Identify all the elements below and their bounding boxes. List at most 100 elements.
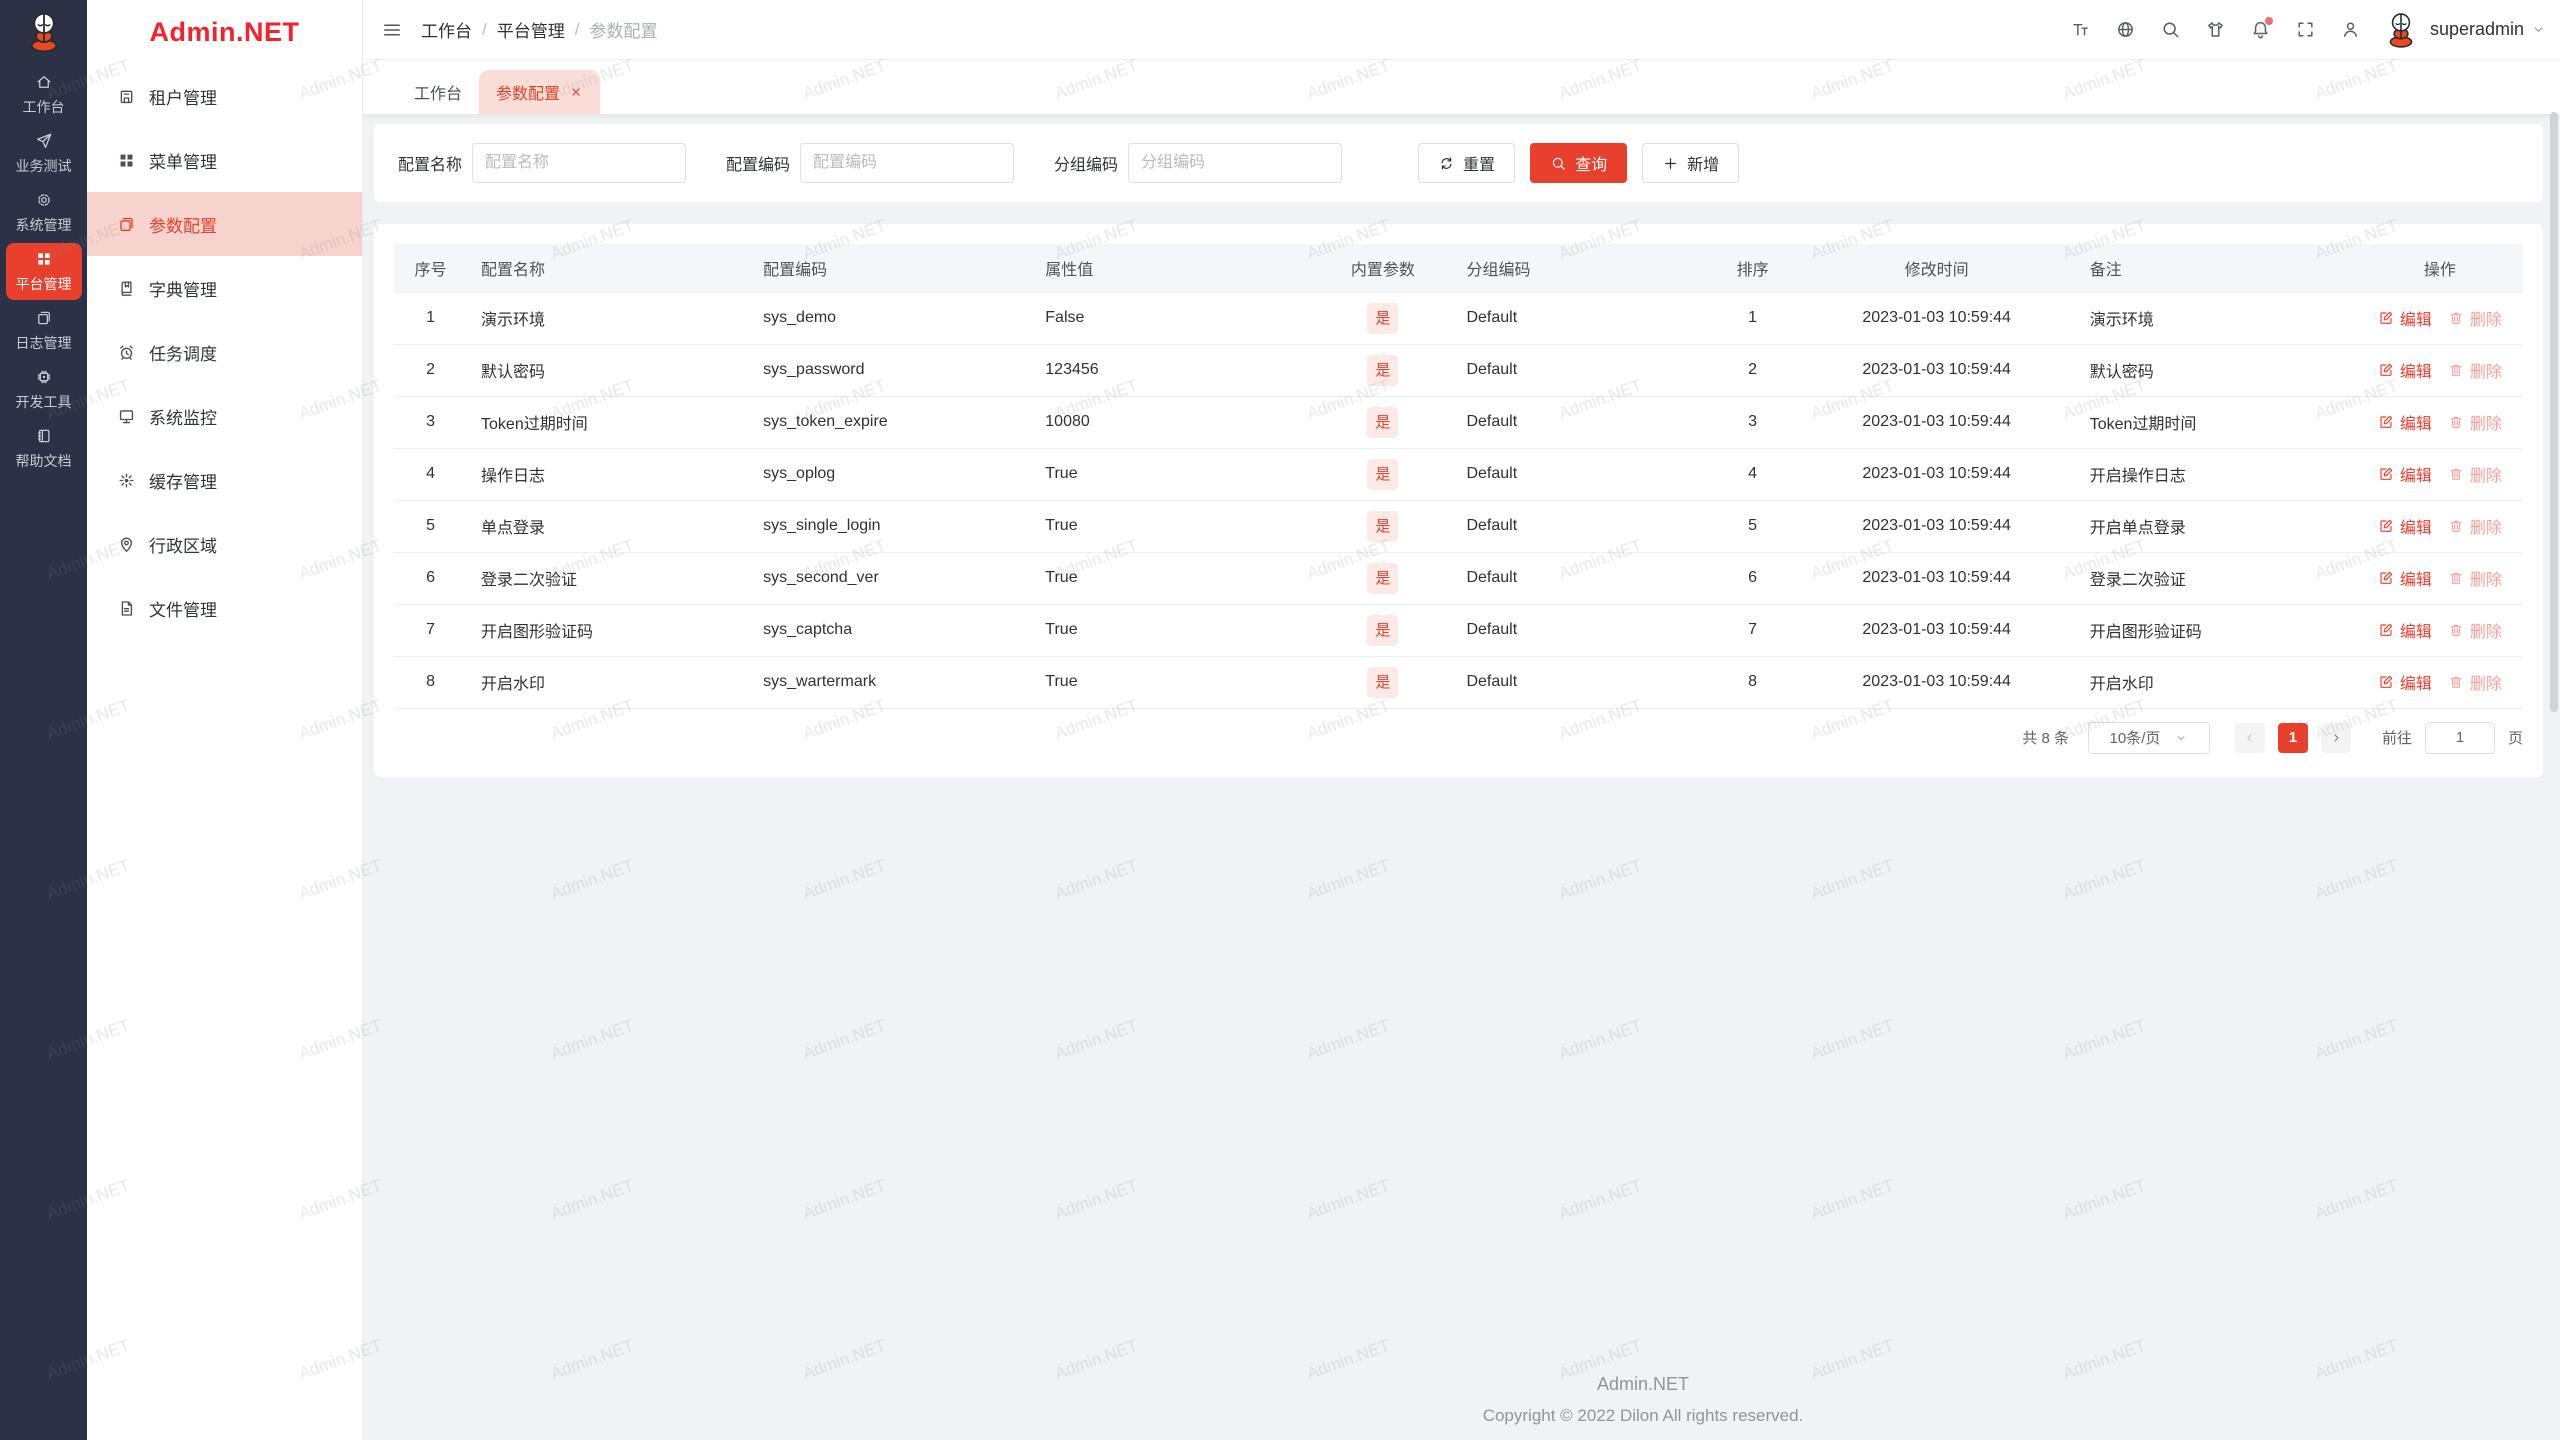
- fullscreen-button[interactable]: [2283, 9, 2328, 51]
- delete-button[interactable]: 删除: [2448, 358, 2502, 382]
- grid-icon: [35, 250, 53, 268]
- search-button[interactable]: [2148, 9, 2193, 51]
- rail-item-label: 平台管理: [15, 275, 72, 292]
- edit-button[interactable]: 编辑: [2378, 670, 2432, 694]
- column-header: 分组编码: [1452, 244, 1708, 293]
- config-name-input[interactable]: [472, 143, 687, 183]
- edit-button[interactable]: 编辑: [2378, 514, 2432, 538]
- trash-icon: [2448, 674, 2464, 690]
- config-name: 默认密码: [467, 344, 750, 397]
- footer-title: Admin.NET: [1596, 1374, 1690, 1394]
- scrollbar[interactable]: [2550, 112, 2558, 712]
- delete-button[interactable]: 删除: [2448, 618, 2502, 642]
- delete-button[interactable]: 删除: [2448, 462, 2502, 486]
- trash-icon: [2448, 518, 2464, 534]
- close-icon[interactable]: [569, 85, 583, 99]
- edit-button[interactable]: 编辑: [2378, 358, 2432, 382]
- add-button[interactable]: 新增: [1642, 143, 1740, 183]
- current-page-button[interactable]: 1: [2277, 722, 2308, 753]
- menu-item-6[interactable]: 系统监控: [87, 384, 362, 448]
- edit-icon: [2378, 362, 2394, 378]
- fontsize-icon: [2070, 19, 2091, 40]
- actions-cell: 编辑 删除: [2356, 344, 2523, 397]
- reset-button[interactable]: 重置: [1418, 143, 1516, 183]
- menu-item-7[interactable]: 缓存管理: [87, 448, 362, 512]
- menu-item-9[interactable]: 文件管理: [87, 576, 362, 640]
- edit-button[interactable]: 编辑: [2378, 618, 2432, 642]
- goto-page-input[interactable]: [2424, 721, 2495, 754]
- group-code: Default: [1452, 604, 1708, 657]
- builtin-badge: 是: [1367, 458, 1399, 490]
- edit-icon: [2378, 466, 2394, 482]
- refresh-icon: [1438, 155, 1455, 172]
- menu-item-2[interactable]: 菜单管理: [87, 128, 362, 192]
- tab-1[interactable]: 工作台: [397, 70, 479, 114]
- builtin-badge: 是: [1367, 406, 1399, 438]
- rail-item-5[interactable]: 日志管理: [6, 302, 82, 359]
- shirt-button[interactable]: [2193, 9, 2238, 51]
- config-code: sys_password: [749, 344, 1032, 397]
- pagination: 共 8 条 10条/页 1 前往 页: [394, 709, 2523, 767]
- actions-cell: 编辑 删除: [2356, 656, 2523, 709]
- query-button[interactable]: 查询: [1530, 143, 1628, 183]
- breadcrumb-item[interactable]: 平台管理: [497, 17, 565, 42]
- remark: 开启水印: [2075, 656, 2357, 709]
- globe-button[interactable]: [2103, 9, 2148, 51]
- edit-button[interactable]: 编辑: [2378, 306, 2432, 330]
- bell-button[interactable]: [2238, 9, 2283, 51]
- fontsize-button[interactable]: [2058, 9, 2103, 51]
- delete-button[interactable]: 删除: [2448, 566, 2502, 590]
- config-code-input[interactable]: [800, 143, 1015, 183]
- builtin-badge: 是: [1367, 562, 1399, 594]
- menu-item-3[interactable]: 参数配置: [87, 192, 362, 256]
- edit-icon: [2378, 518, 2394, 534]
- menu-item-5[interactable]: 任务调度: [87, 320, 362, 384]
- rail-item-1[interactable]: 工作台: [6, 66, 82, 123]
- table-header-row: 序号 配置名称 配置编码 属性值 内置参数 分组编码 排序 修改时间 备注 操作: [394, 244, 2523, 293]
- rail-item-7[interactable]: 帮助文档: [6, 420, 82, 477]
- config-code: sys_single_login: [749, 500, 1032, 553]
- table-row: 4 操作日志 sys_oplog True 是 Default 4 2023-01-03 10…: [394, 448, 2523, 501]
- filter-card: 配置名称 配置编码 分组编码 重置 查询: [374, 124, 2543, 202]
- sort-order: 5: [1707, 500, 1798, 553]
- column-header: 备注: [2075, 244, 2357, 293]
- breadcrumb-item[interactable]: 参数配置: [589, 17, 657, 42]
- prev-page-button[interactable]: [2234, 722, 2265, 753]
- menu-item-1[interactable]: 租户管理: [87, 64, 362, 128]
- rail-item-4[interactable]: 平台管理: [5, 243, 82, 300]
- edit-button[interactable]: 编辑: [2378, 410, 2432, 434]
- builtin-cell: 是: [1313, 656, 1453, 709]
- tab-2[interactable]: 参数配置: [479, 70, 601, 114]
- rail-item-2[interactable]: 业务测试: [6, 125, 82, 182]
- breadcrumb-separator: /: [574, 19, 580, 39]
- delete-button[interactable]: 删除: [2448, 670, 2502, 694]
- sort-order: 6: [1707, 552, 1798, 605]
- group-code-input[interactable]: [1128, 143, 1343, 183]
- notification-dot: [2264, 16, 2273, 25]
- delete-button[interactable]: 删除: [2448, 410, 2502, 434]
- edit-button[interactable]: 编辑: [2378, 462, 2432, 486]
- rail-item-6[interactable]: 开发工具: [6, 361, 82, 418]
- menu-item-8[interactable]: 行政区域: [87, 512, 362, 576]
- menu-item-4[interactable]: 字典管理: [87, 256, 362, 320]
- delete-button[interactable]: 删除: [2448, 514, 2502, 538]
- book-icon: [117, 279, 136, 298]
- menu-item-label: 系统监控: [149, 408, 217, 428]
- group-code: Default: [1452, 448, 1708, 501]
- app-logo[interactable]: [0, 0, 87, 64]
- column-header: 属性值: [1031, 244, 1314, 293]
- edit-button[interactable]: 编辑: [2378, 566, 2432, 590]
- group-code: Default: [1452, 656, 1708, 709]
- config-value: True: [1031, 604, 1314, 657]
- shirt-icon: [2205, 19, 2226, 40]
- rail-item-3[interactable]: 系统管理: [6, 184, 82, 241]
- user-menu[interactable]: superadmin: [2381, 10, 2546, 50]
- page-size-select[interactable]: 10条/页: [2087, 721, 2210, 754]
- collapse-menu-icon[interactable]: [381, 19, 403, 41]
- chevron-left-icon: [2243, 731, 2257, 745]
- avatar: [2381, 10, 2421, 50]
- delete-button[interactable]: 删除: [2448, 306, 2502, 330]
- person-button[interactable]: [2328, 9, 2373, 51]
- breadcrumb-item[interactable]: 工作台: [421, 17, 472, 42]
- next-page-button[interactable]: [2320, 722, 2351, 753]
